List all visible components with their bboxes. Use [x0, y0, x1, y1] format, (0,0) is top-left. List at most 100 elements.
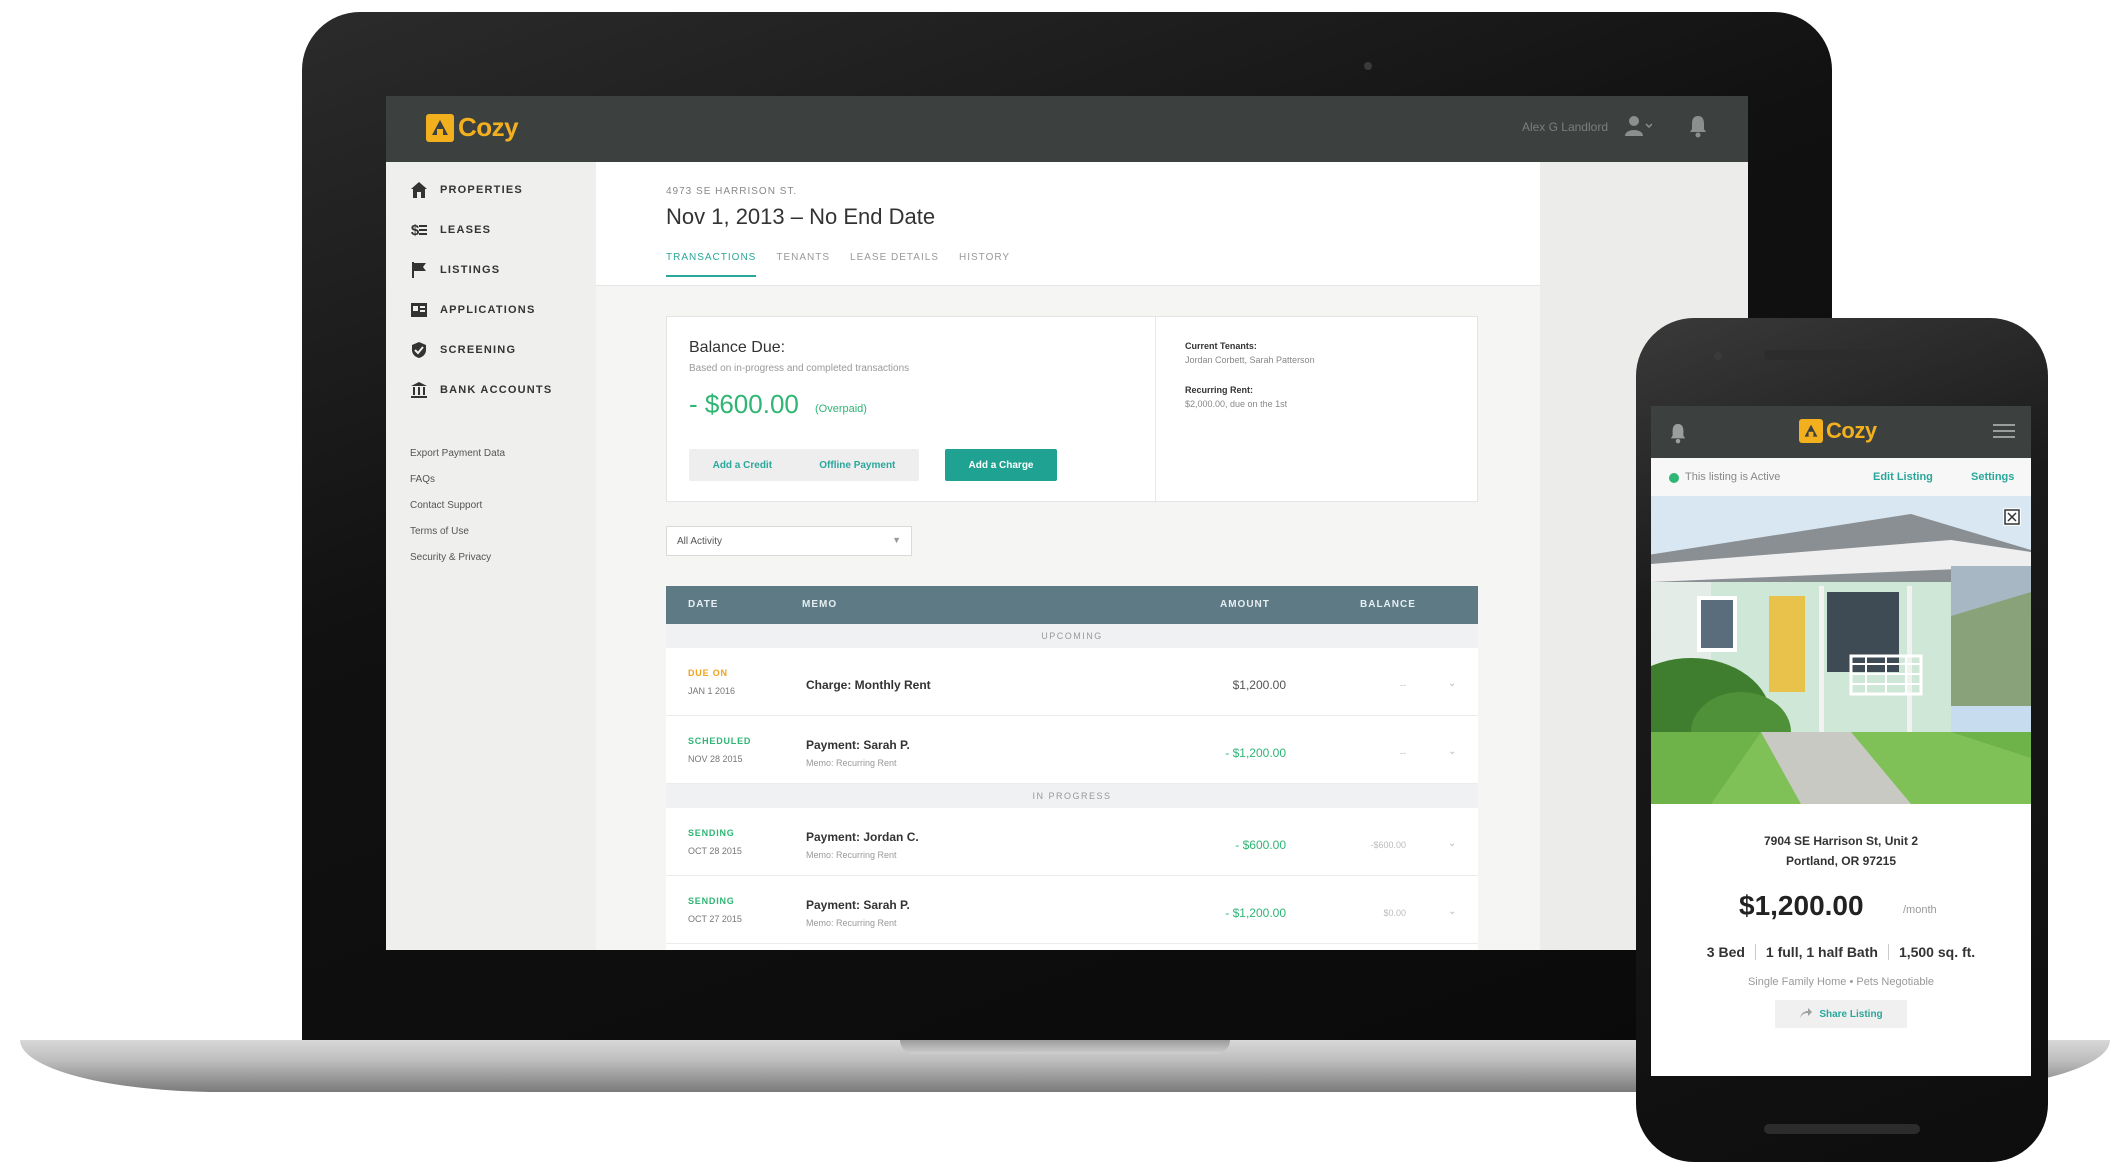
chevron-down-icon[interactable]: ⌄: [1448, 906, 1456, 917]
column-header-date[interactable]: DATE: [688, 599, 718, 610]
phone-device: Cozy This listing is Active Edit Listing…: [1636, 318, 2048, 1162]
group-header-upcoming: UPCOMING: [666, 624, 1478, 648]
chevron-down-icon[interactable]: ⌄: [1448, 838, 1456, 849]
listing-address-line1: 7904 SE Harrison St, Unit 2: [1763, 834, 1919, 848]
bell-icon[interactable]: [1688, 114, 1708, 143]
active-status-dot: [1669, 473, 1679, 483]
row-amount: - $1,200.00: [1225, 746, 1286, 760]
main-content: 4973 SE HARRISON ST. Nov 1, 2013 – No En…: [596, 162, 1540, 950]
listing-photo[interactable]: [1651, 496, 2031, 804]
row-amount: $1,200.00: [1232, 678, 1286, 692]
sidebar-item-leases[interactable]: $ LEASES: [408, 220, 491, 240]
column-header-memo[interactable]: MEMO: [802, 599, 837, 610]
phone-bottom-speaker: [1764, 1124, 1920, 1134]
bell-icon[interactable]: [1669, 422, 1687, 449]
faqs-link[interactable]: FAQs: [410, 474, 435, 485]
sidebar-item-applications[interactable]: APPLICATIONS: [408, 300, 535, 320]
row-status: SCHEDULED: [688, 736, 752, 746]
table-row[interactable]: DUE ON JAN 1 2016 Charge: Monthly Rent $…: [666, 648, 1478, 716]
row-status: DUE ON: [688, 668, 728, 678]
tab-history[interactable]: HISTORY: [959, 252, 1010, 277]
balance-amount: - $600.00: [689, 389, 799, 419]
row-status: SENDING: [688, 828, 735, 838]
cozy-logo-text: Cozy: [458, 112, 519, 142]
bank-icon: [408, 380, 430, 400]
chevron-down-icon[interactable]: ⌄: [1448, 746, 1456, 757]
row-memo: Charge: Monthly Rent: [806, 678, 931, 692]
cozy-logo[interactable]: Cozy: [1799, 418, 1877, 444]
add-charge-button[interactable]: Add a Charge: [945, 449, 1057, 481]
edit-listing-link[interactable]: Edit Listing: [1873, 471, 1933, 483]
row-memo: Payment: Sarah P.: [806, 898, 910, 912]
application-card-icon: [408, 300, 430, 320]
phone-camera: [1714, 352, 1722, 360]
row-date: OCT 28 2015: [688, 846, 742, 856]
sidebar-item-label: APPLICATIONS: [440, 304, 536, 316]
share-icon: [1799, 1007, 1813, 1022]
expand-icon[interactable]: [2003, 508, 2021, 526]
contact-support-link[interactable]: Contact Support: [410, 500, 482, 511]
tab-tenants[interactable]: TENANTS: [776, 252, 830, 277]
row-date: JAN 1 2016: [688, 686, 736, 696]
laptop-hinge-notch: [900, 1040, 1230, 1054]
security-privacy-link[interactable]: Security & Privacy: [410, 552, 491, 563]
tab-transactions[interactable]: TRANSACTIONS: [666, 252, 757, 277]
row-balance: -$600.00: [1370, 840, 1406, 850]
offline-payment-button[interactable]: Offline Payment: [819, 460, 895, 471]
listing-address-line2: Portland, OR 97215: [1785, 854, 1897, 868]
listing-beds: 3 Bed: [1706, 944, 1745, 960]
recurring-rent-value: $2,000.00, due on the 1st: [1185, 399, 1288, 409]
laptop-camera: [1364, 62, 1372, 70]
cozy-logo-icon: [426, 113, 454, 142]
cozy-logo-icon: [1799, 419, 1823, 443]
export-payment-data-link[interactable]: Export Payment Data: [410, 448, 505, 459]
hamburger-menu-icon[interactable]: [1993, 422, 2015, 445]
user-icon[interactable]: [1624, 114, 1653, 143]
share-listing-button[interactable]: Share Listing: [1775, 1000, 1907, 1028]
app-topbar: Cozy Alex G Landlord: [386, 96, 1748, 162]
row-memo: Payment: Jordan C.: [806, 830, 919, 844]
credit-payment-button-group: Add a Credit Offline Payment: [689, 449, 919, 481]
add-credit-button[interactable]: Add a Credit: [713, 460, 772, 471]
row-memo: Payment: Sarah P.: [806, 738, 910, 752]
current-tenants-value: Jordan Corbett, Sarah Patterson: [1185, 355, 1315, 365]
sidebar-item-screening[interactable]: SCREENING: [408, 340, 516, 360]
settings-link[interactable]: Settings: [1971, 471, 2014, 483]
phone-topbar: Cozy: [1651, 406, 2031, 458]
user-name[interactable]: Alex G Landlord: [1522, 120, 1608, 134]
transactions-table: DATE MEMO AMOUNT BALANCE UPCOMING DUE ON…: [666, 586, 1478, 950]
listing-sqft: 1,500 sq. ft.: [1898, 944, 1976, 960]
shield-check-icon: [408, 340, 430, 360]
row-status: SENDING: [688, 896, 735, 906]
house-icon: [408, 180, 430, 200]
table-row[interactable]: SENDING OCT 27 2015 Payment: Sarah P. Me…: [666, 876, 1478, 944]
sidebar-item-label: BANK ACCOUNTS: [440, 384, 553, 396]
column-header-balance[interactable]: BALANCE: [1360, 599, 1416, 610]
column-header-amount[interactable]: AMOUNT: [1220, 599, 1270, 610]
row-memo-sub: Memo: Recurring Rent: [806, 918, 897, 928]
balance-title: Balance Due:: [689, 339, 786, 356]
terms-of-use-link[interactable]: Terms of Use: [410, 526, 469, 537]
dollar-list-icon: $: [408, 220, 430, 240]
listing-status-bar: This listing is Active Edit Listing Sett…: [1651, 458, 2031, 496]
sidebar-item-properties[interactable]: PROPERTIES: [408, 180, 523, 200]
chevron-down-icon: ▼: [892, 535, 901, 545]
row-balance: $0.00: [1383, 908, 1406, 918]
page-title: Nov 1, 2013 – No End Date: [666, 204, 936, 229]
row-memo-sub: Memo: Recurring Rent: [806, 850, 897, 860]
card-divider: [1155, 317, 1156, 503]
table-row[interactable]: SENDING OCT 28 2015 Payment: Jordan C. M…: [666, 808, 1478, 876]
phone-screen: Cozy This listing is Active Edit Listing…: [1651, 406, 2031, 1076]
sidebar-item-bank-accounts[interactable]: BANK ACCOUNTS: [408, 380, 552, 400]
activity-filter-select[interactable]: All Activity ▼: [666, 526, 912, 556]
sidebar-item-listings[interactable]: LISTINGS: [408, 260, 500, 280]
table-row[interactable]: SCHEDULED NOV 28 2015 Payment: Sarah P. …: [666, 716, 1478, 784]
row-date: NOV 28 2015: [688, 754, 743, 764]
cozy-logo[interactable]: Cozy: [426, 112, 519, 143]
listing-price-period: /month: [1903, 904, 1937, 916]
chevron-down-icon[interactable]: ⌄: [1448, 678, 1456, 689]
table-header: DATE MEMO AMOUNT BALANCE: [666, 586, 1478, 624]
tab-lease-details[interactable]: LEASE DETAILS: [850, 252, 939, 277]
share-listing-label: Share Listing: [1819, 1008, 1883, 1020]
cozy-logo-text: Cozy: [1826, 418, 1877, 443]
